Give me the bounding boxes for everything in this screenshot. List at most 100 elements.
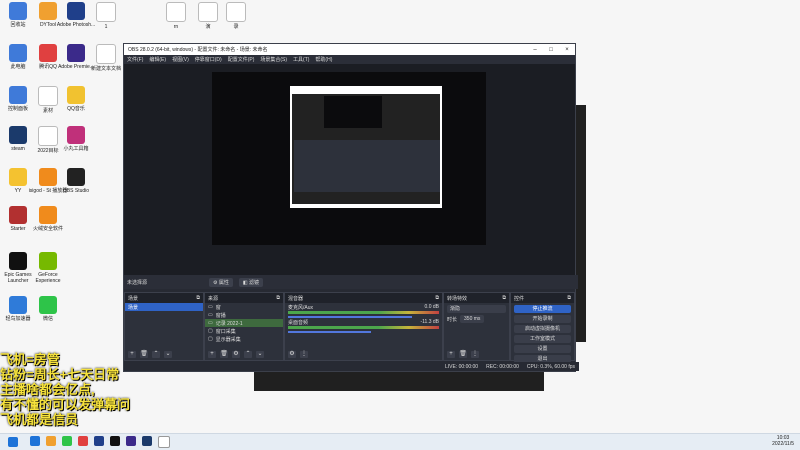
settings-button[interactable]: 设置 xyxy=(514,345,571,353)
menu-docks[interactable]: 停靠窗口(D) xyxy=(195,56,222,63)
duration-input[interactable]: 350 ms xyxy=(460,315,485,323)
dock-header: 场景 ⧉ xyxy=(125,293,203,303)
menu-scene-collection[interactable]: 场景集合(S) xyxy=(260,56,287,63)
monitor-icon: ▭ xyxy=(208,304,213,310)
desktop-icon[interactable]: 微信 xyxy=(26,296,70,322)
undock-icon[interactable]: ⧉ xyxy=(567,295,571,301)
more-icon[interactable]: ⋮ xyxy=(300,351,308,358)
danmu-line: 飞机=房管 xyxy=(0,352,60,367)
filters-button[interactable]: ◧ 滤镜 xyxy=(238,277,264,287)
dock-title: 来源 xyxy=(208,295,219,302)
menu-edit[interactable]: 编辑(E) xyxy=(149,56,166,63)
stop-streaming-button[interactable]: 停止推流 xyxy=(514,305,571,313)
taskbar-app-icon[interactable] xyxy=(126,436,136,446)
volume-slider[interactable] xyxy=(288,331,372,333)
desktop-icon-label: 小丸工具箱 xyxy=(63,146,89,152)
add-icon[interactable]: + xyxy=(208,351,216,358)
more-icon[interactable]: ⋮ xyxy=(471,351,479,358)
desktop-icon[interactable]: 小丸工具箱 xyxy=(54,126,98,152)
dock-header: 混音器 ⧉ xyxy=(285,293,442,303)
menu-help[interactable]: 帮助(H) xyxy=(315,56,332,63)
volume-slider[interactable] xyxy=(288,316,412,318)
menu-file[interactable]: 文件(F) xyxy=(127,56,143,63)
menu-tools[interactable]: 工具(T) xyxy=(293,56,309,63)
app-icon xyxy=(67,86,85,104)
desktop-icon[interactable]: 1 xyxy=(84,2,128,30)
menu-profile[interactable]: 配置文件(P) xyxy=(228,56,255,63)
source-item[interactable]: ▭ 窗 xyxy=(205,303,283,311)
app-icon xyxy=(9,86,27,104)
start-icon[interactable] xyxy=(8,437,18,447)
dock-header: 来源 ⧉ xyxy=(205,293,283,303)
undock-icon[interactable]: ⧉ xyxy=(502,295,506,301)
desktop-icon[interactable]: GeForce Experience xyxy=(26,252,70,284)
trash-icon[interactable]: 🗑 xyxy=(140,351,148,358)
mixer-dock: 混音器 ⧉ 麦克风/Aux 0.0 dB 桌面音频 -11.3 dB ⚙ ⋮ xyxy=(284,292,443,361)
maximize-button[interactable]: □ xyxy=(543,47,559,53)
chevron-down-icon[interactable]: ⌄ xyxy=(256,351,264,358)
menu-bar: 文件(F) 编辑(E) 视图(V) 停靠窗口(D) 配置文件(P) 场景集合(S… xyxy=(124,55,575,64)
studio-mode-button[interactable]: 工作室模式 xyxy=(514,335,571,343)
app-icon xyxy=(96,2,116,22)
clock-date: 2022/11/5 xyxy=(772,441,794,447)
taskbar-app-icon[interactable] xyxy=(78,436,88,446)
close-button[interactable]: × xyxy=(559,47,575,53)
transition-select[interactable]: 渐隐 xyxy=(447,305,506,313)
preview-area[interactable] xyxy=(124,64,575,275)
dock-title: 控件 xyxy=(514,295,525,302)
taskbar-app-icon[interactable] xyxy=(142,436,152,446)
menu-view[interactable]: 视图(V) xyxy=(172,56,189,63)
window-icon: ▢ xyxy=(208,336,213,342)
desktop-icon[interactable]: OBS Studio xyxy=(54,168,98,194)
no-source-label: 未选择源 xyxy=(127,279,148,286)
taskbar-app-icon[interactable] xyxy=(158,436,170,448)
taskbar-app-icon[interactable] xyxy=(110,436,120,446)
mixer-track: 桌面音频 -11.3 dB xyxy=(288,319,439,333)
desktop-icon-label: GeForce Experience xyxy=(35,272,61,284)
gear-icon[interactable]: ⚙ xyxy=(232,351,240,358)
gear-icon[interactable]: ⚙ xyxy=(288,351,296,358)
start-recording-button[interactable]: 开始录制 xyxy=(514,315,571,323)
source-item[interactable]: ▭ 窗播 xyxy=(205,311,283,319)
taskbar-app-icon[interactable] xyxy=(46,436,56,446)
properties-button[interactable]: ⚙ 属性 xyxy=(209,277,233,287)
chevron-down-icon[interactable]: ⌄ xyxy=(164,351,172,358)
undock-icon[interactable]: ⧉ xyxy=(196,295,200,301)
source-item[interactable]: ▭ 记录 2022-1 xyxy=(205,319,283,327)
app-icon xyxy=(67,126,85,144)
taskbar-app-icon[interactable] xyxy=(30,436,40,446)
duration-row: 时长 350 ms xyxy=(444,315,509,323)
app-icon xyxy=(9,44,27,62)
taskbar-app-icon[interactable] xyxy=(94,436,104,446)
chevron-up-icon[interactable]: ⌃ xyxy=(152,351,160,358)
monitor-icon: ▭ xyxy=(208,312,213,318)
add-icon[interactable]: + xyxy=(447,351,455,358)
desktop-icon-label: 微信 xyxy=(42,316,53,322)
undock-icon[interactable]: ⧉ xyxy=(276,295,280,301)
source-item[interactable]: ▢ 显示器采集 xyxy=(205,335,283,343)
system-clock[interactable]: 10:03 2022/11/5 xyxy=(772,435,794,447)
trash-icon[interactable]: 🗑 xyxy=(459,351,467,358)
source-item[interactable]: ▢ 窗口采集 xyxy=(205,327,283,335)
gear-icon: ⚙ xyxy=(213,279,218,286)
taskbar-app-icon[interactable] xyxy=(62,436,72,446)
scene-item[interactable]: 场景 xyxy=(125,303,203,311)
dock-header: 控件 ⧉ xyxy=(511,293,574,303)
app-icon xyxy=(9,168,27,186)
desktop-icon[interactable]: 新建文本文档 xyxy=(84,44,128,72)
preview-canvas[interactable] xyxy=(212,72,486,245)
app-icon xyxy=(39,296,57,314)
desktop-icon-label: QQ音乐 xyxy=(67,106,85,112)
window-icon: ▢ xyxy=(208,328,213,334)
minimize-button[interactable]: – xyxy=(527,47,543,53)
app-icon xyxy=(67,2,85,20)
desktop-icon[interactable]: QQ音乐 xyxy=(54,86,98,112)
undock-icon[interactable]: ⧉ xyxy=(435,295,439,301)
desktop-icon[interactable]: 录 xyxy=(214,2,258,30)
virtual-camera-button[interactable]: 启动虚拟摄像机 xyxy=(514,325,571,333)
chevron-up-icon[interactable]: ⌃ xyxy=(244,351,252,358)
cpu-status: CPU: 0.3%, 60.00 fps xyxy=(526,363,575,370)
desktop-icon[interactable]: 火绒安全软件 xyxy=(26,206,70,232)
danmu-overlay: 飞机=房管 钻粉=周长+七天日常 主播啥都会亿点, 有不懂的可以发弹幕问 飞机都… xyxy=(0,352,130,427)
trash-icon[interactable]: 🗑 xyxy=(220,351,228,358)
